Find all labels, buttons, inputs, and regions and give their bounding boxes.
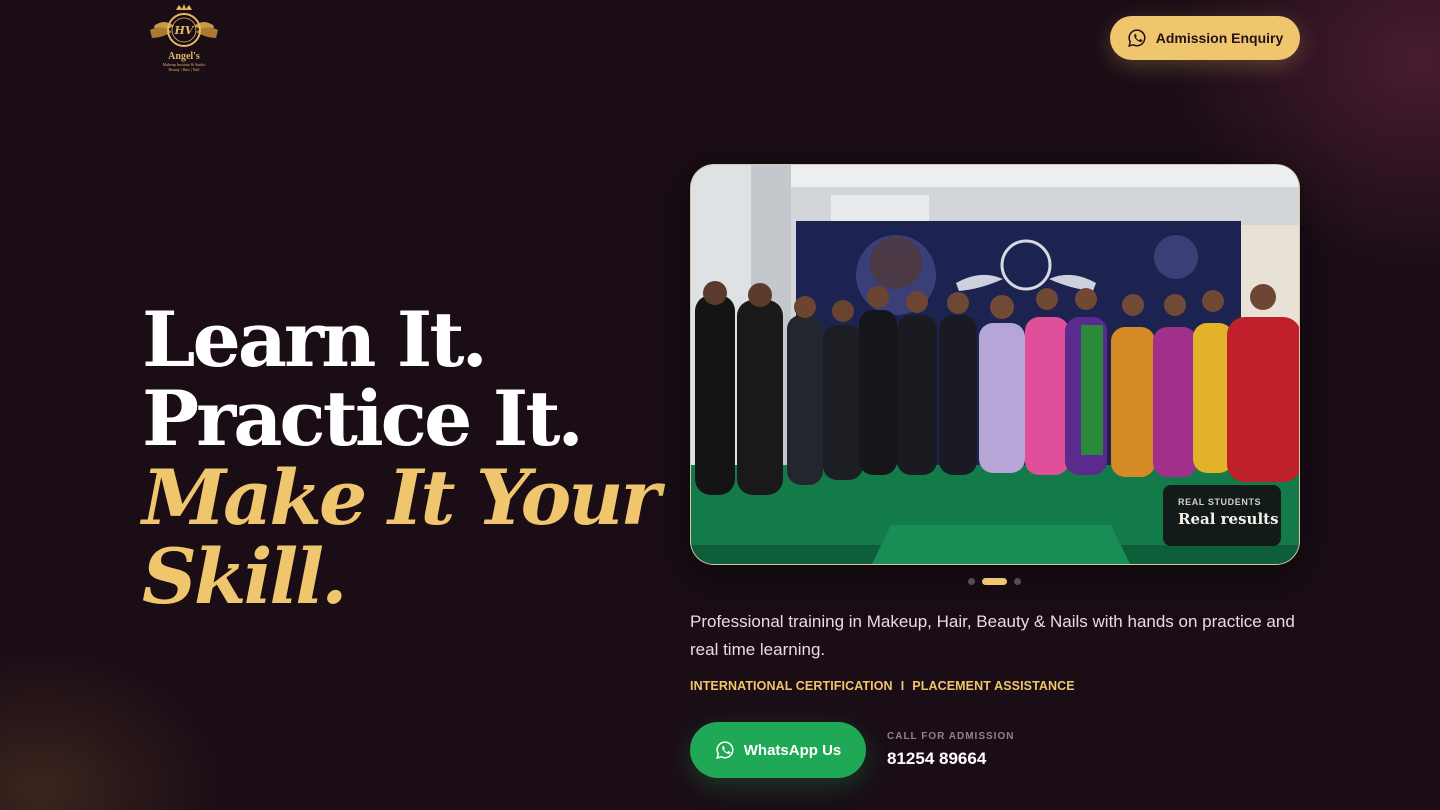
hero-photo-carousel[interactable]: REAL STUDENTS Real results <box>690 164 1300 565</box>
logo-emblem-icon: HV <box>150 4 218 47</box>
highlights: INTERNATIONAL CERTIFICATION I PLACEMENT … <box>690 679 1075 693</box>
call-for-admission-label: CALL FOR ADMISSION <box>887 731 1015 742</box>
admission-enquiry-button[interactable]: Admission Enquiry <box>1110 16 1300 60</box>
call-number-link[interactable]: 81254 89664 <box>887 749 986 769</box>
headline-line-1: Learn It. <box>142 295 488 384</box>
hero-headline: Learn It. Practice It. Make It Your Skil… <box>142 295 661 621</box>
admission-enquiry-label: Admission Enquiry <box>1155 30 1284 46</box>
badge-title: Real results <box>1178 510 1279 528</box>
carousel-indicators <box>968 578 1021 585</box>
headline-line-4: Skill. <box>142 532 348 621</box>
logo-services: Beauty | Hair | Nail <box>168 67 200 72</box>
logo-name: Angel's <box>168 51 200 62</box>
whatsapp-us-label: WhatsApp Us <box>743 741 842 759</box>
headline-line-3: Make It Your <box>142 453 661 542</box>
real-results-badge: REAL STUDENTS Real results <box>1163 485 1281 546</box>
whatsapp-us-button[interactable]: WhatsApp Us <box>690 722 866 778</box>
highlight-placement: PLACEMENT ASSISTANCE <box>912 679 1075 693</box>
brand-logo[interactable]: HV Angel's Makeup Institute & Studio Bea… <box>148 4 220 72</box>
badge-label: REAL STUDENTS <box>1178 497 1262 507</box>
carousel-dot-2[interactable] <box>982 578 1007 585</box>
headline-line-2: Practice It. <box>142 374 584 463</box>
hero-description: Professional training in Makeup, Hair, B… <box>690 612 1295 659</box>
page: HV Angel's Makeup Institute & Studio Bea… <box>0 0 1440 810</box>
carousel-dot-1[interactable] <box>968 578 975 585</box>
highlight-certification: INTERNATIONAL CERTIFICATION <box>690 679 893 693</box>
whatsapp-icon <box>715 740 735 760</box>
svg-text:HV: HV <box>174 24 195 37</box>
highlight-separator: I <box>900 679 905 693</box>
whatsapp-icon <box>1127 28 1147 48</box>
carousel-dot-3[interactable] <box>1014 578 1021 585</box>
